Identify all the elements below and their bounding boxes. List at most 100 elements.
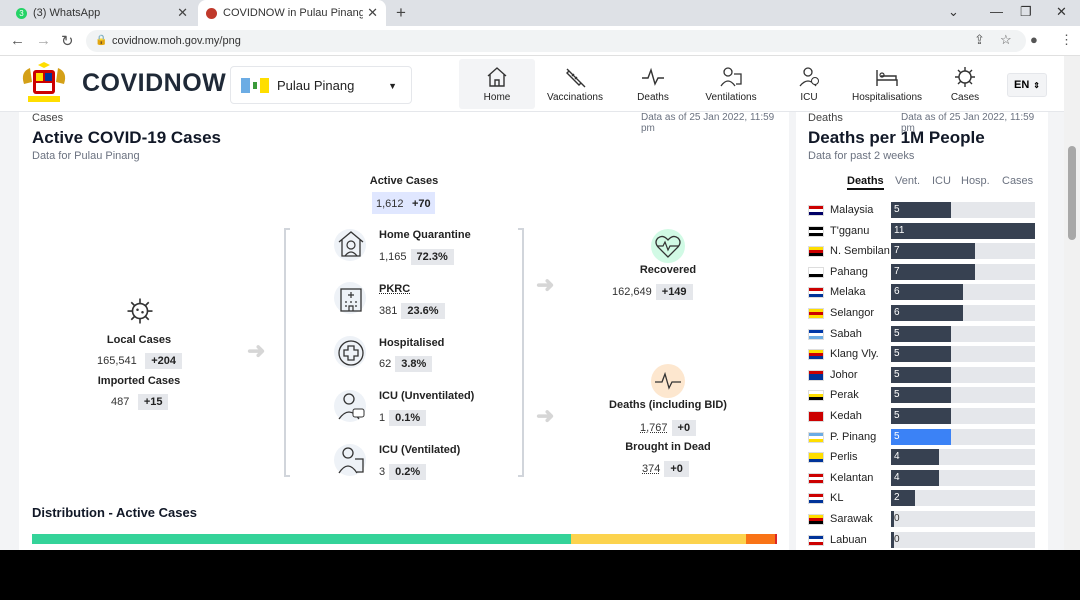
tab-hospitalisations[interactable]: Hosp. bbox=[961, 175, 990, 187]
state-name: Kelantan bbox=[830, 471, 874, 484]
scrollbar-thumb[interactable] bbox=[1068, 146, 1076, 240]
imported-cases-delta: +15 bbox=[137, 394, 169, 410]
state-name: KL bbox=[830, 492, 844, 505]
bid-number[interactable]: 374 bbox=[642, 463, 660, 475]
bar-track: 7 bbox=[891, 263, 1035, 280]
brand-logo[interactable]: COVIDNOW bbox=[82, 69, 226, 98]
state-row[interactable]: Labuan 0 bbox=[808, 531, 1036, 549]
state-row[interactable]: Kelantan 4 bbox=[808, 469, 1036, 487]
tab-covidnow[interactable]: COVIDNOW in Pulau Pinang - CO ✕ bbox=[198, 0, 386, 26]
breakdown-bracket bbox=[284, 228, 524, 477]
crest-favicon-icon bbox=[206, 7, 217, 19]
minimize-icon[interactable]: — bbox=[990, 4, 1003, 19]
nav-home[interactable]: Home bbox=[459, 59, 535, 109]
state-row[interactable]: P. Pinang 5 bbox=[808, 428, 1036, 446]
state-flag-icon bbox=[808, 246, 824, 258]
state-row[interactable]: Melaka 6 bbox=[808, 284, 1036, 301]
icu-doctor-icon bbox=[338, 393, 365, 420]
address-bar[interactable]: 🔒 covidnow.moh.gov.my/png bbox=[86, 30, 1026, 52]
bookmark-star-icon[interactable]: ☆ bbox=[1000, 32, 1012, 48]
active-cases-card: Cases Data as of 25 Jan 2022, 11:59 pm A… bbox=[19, 112, 789, 550]
bar-value: 5 bbox=[894, 327, 900, 339]
reload-icon[interactable]: ↻ bbox=[61, 32, 74, 50]
state-dropdown[interactable]: Pulau Pinang ▼ bbox=[230, 66, 412, 104]
window-close-icon[interactable]: ✕ bbox=[1056, 4, 1067, 20]
nav-cases[interactable]: Cases bbox=[945, 59, 985, 109]
state-name: N. Sembilan bbox=[830, 245, 890, 258]
bar-fill bbox=[891, 305, 964, 321]
tab-whatsapp[interactable]: 3 (3) WhatsApp ✕ bbox=[8, 0, 196, 26]
forward-icon[interactable]: → bbox=[36, 32, 51, 49]
state-row[interactable]: Selangor 6 bbox=[808, 305, 1036, 322]
bar-track: 6 bbox=[891, 284, 1035, 301]
state-row[interactable]: Kedah 5 bbox=[808, 408, 1036, 425]
language-label: EN bbox=[1014, 79, 1030, 91]
distribution-segment[interactable] bbox=[774, 534, 777, 544]
bar-fill bbox=[891, 408, 952, 424]
bar-value: 4 bbox=[894, 451, 900, 463]
icu-unventilated-value: 1 0.1% bbox=[379, 408, 427, 426]
nav-hospitalisations[interactable]: Hospitalisations bbox=[848, 59, 926, 109]
nav-vaccinations[interactable]: Vaccinations bbox=[540, 59, 610, 109]
new-tab-icon[interactable]: + bbox=[396, 3, 406, 23]
state-row[interactable]: Johor 5 bbox=[808, 366, 1036, 384]
bid-delta: +0 bbox=[664, 461, 689, 477]
pkrc-value: 381 23.6% bbox=[379, 301, 445, 319]
tab-ventilations[interactable]: Vent. bbox=[895, 175, 920, 187]
back-icon[interactable]: ← bbox=[10, 32, 25, 49]
menu-kebab-icon[interactable]: ⋮ bbox=[1060, 32, 1073, 48]
state-flag-icon bbox=[808, 205, 824, 216]
bar-track: 4 bbox=[891, 469, 1035, 486]
state-row[interactable]: Perlis 4 bbox=[808, 449, 1036, 466]
state-row[interactable]: Pahang 7 bbox=[808, 263, 1036, 281]
nav-ventilations[interactable]: Ventilations bbox=[697, 59, 765, 109]
bar-value: 5 bbox=[894, 389, 900, 401]
icu-unventilated-number: 1 bbox=[379, 412, 386, 424]
state-flag-icon bbox=[808, 452, 824, 464]
state-row[interactable]: T'gganu 11 bbox=[808, 222, 1036, 240]
bar-fill bbox=[891, 222, 1035, 239]
maximize-icon[interactable]: ❐ bbox=[1020, 4, 1032, 20]
nav-label: Home bbox=[483, 92, 511, 103]
bar-track: 5 bbox=[891, 366, 1035, 383]
distribution-segment[interactable] bbox=[570, 534, 747, 544]
state-row[interactable]: Sabah 5 bbox=[808, 325, 1036, 343]
state-name: Sabah bbox=[830, 327, 862, 340]
url-text: covidnow.moh.gov.my/png bbox=[112, 35, 241, 47]
profile-avatar-icon[interactable]: ● bbox=[1030, 32, 1038, 47]
page-scrollbar[interactable] bbox=[1064, 56, 1080, 550]
nav-deaths[interactable]: Deaths bbox=[623, 59, 683, 109]
close-icon[interactable]: ✕ bbox=[367, 5, 378, 21]
state-row[interactable]: Sarawak 0 bbox=[808, 511, 1036, 528]
pkrc-label[interactable]: PKRC bbox=[379, 283, 410, 295]
tab-search-icon[interactable]: ⌄ bbox=[948, 4, 959, 20]
icu-ventilated-label: ICU (Ventilated) bbox=[379, 444, 461, 456]
language-select[interactable]: EN ⇕ bbox=[1007, 73, 1047, 97]
tab-title: (3) WhatsApp bbox=[33, 7, 101, 19]
imported-cases-label: Imported Cases bbox=[97, 375, 181, 387]
state-row[interactable]: Malaysia 5 bbox=[808, 202, 1036, 219]
state-row[interactable]: Klang Vly. 5 bbox=[808, 346, 1036, 363]
deaths-number[interactable]: 1,767 bbox=[640, 422, 668, 434]
hospitalised-number: 62 bbox=[379, 358, 392, 370]
nav-label: Ventilations bbox=[705, 92, 757, 103]
state-name: Sarawak bbox=[830, 513, 873, 525]
tab-cases[interactable]: Cases bbox=[1002, 175, 1033, 187]
site-header: COVIDNOW Pulau Pinang ▼ Home Vaccination… bbox=[0, 56, 1064, 112]
state-name: Klang Vly. bbox=[830, 348, 879, 361]
state-row[interactable]: Perak 5 bbox=[808, 387, 1036, 404]
tab-icu[interactable]: ICU bbox=[932, 175, 951, 187]
nav-icu[interactable]: ICU bbox=[789, 59, 829, 109]
distribution-segment[interactable] bbox=[32, 534, 571, 544]
tab-deaths[interactable]: Deaths bbox=[847, 175, 884, 190]
state-row[interactable]: N. Sembilan 7 bbox=[808, 243, 1036, 260]
distribution-segment[interactable] bbox=[746, 534, 775, 544]
share-icon[interactable]: ⇪ bbox=[974, 32, 985, 48]
state-row[interactable]: KL 2 bbox=[808, 490, 1036, 507]
bar-value: 0 bbox=[894, 513, 900, 524]
close-icon[interactable]: ✕ bbox=[177, 5, 188, 21]
virus-icon bbox=[127, 298, 153, 324]
nav-label: Deaths bbox=[637, 92, 669, 103]
medical-cross-icon bbox=[338, 340, 364, 366]
home-quarantine-number: 1,165 bbox=[379, 251, 407, 263]
